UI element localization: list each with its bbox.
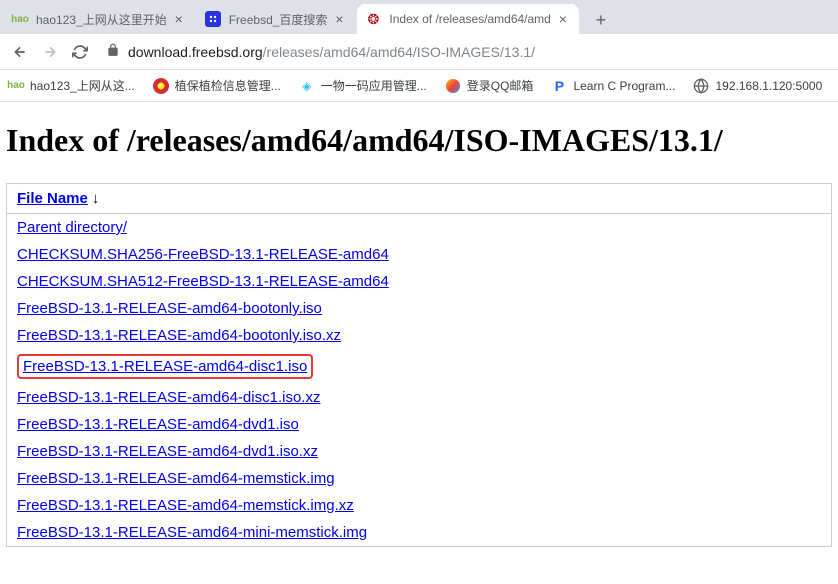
back-button[interactable]	[6, 38, 34, 66]
hao123-icon: hao	[8, 78, 24, 94]
file-listing-table: File Name↓ Parent directory/CHECKSUM.SHA…	[6, 183, 832, 547]
page-content: Index of /releases/amd64/amd64/ISO-IMAGE…	[0, 102, 838, 547]
new-tab-button[interactable]: +	[587, 6, 615, 34]
tab-title: Index of /releases/amd64/amd	[389, 12, 550, 26]
bookmark-code-app[interactable]: ◈ 一物一码应用管理...	[299, 77, 427, 94]
file-link[interactable]: CHECKSUM.SHA256-FreeBSD-13.1-RELEASE-amd…	[17, 246, 389, 263]
column-header-filename[interactable]: File Name↓	[7, 184, 832, 214]
bookmark-label: 登录QQ邮箱	[467, 77, 534, 94]
table-row: FreeBSD-13.1-RELEASE-amd64-mini-memstick…	[7, 519, 832, 547]
table-row: FreeBSD-13.1-RELEASE-amd64-bootonly.iso	[7, 295, 832, 322]
lock-icon	[106, 43, 120, 60]
file-link[interactable]: Parent directory/	[17, 219, 127, 236]
file-link[interactable]: FreeBSD-13.1-RELEASE-amd64-dvd1.iso.xz	[17, 443, 318, 460]
bookmark-learn-c[interactable]: P Learn C Program...	[551, 78, 675, 94]
bookmark-plant[interactable]: 植保植检信息管理...	[153, 77, 281, 94]
table-row: FreeBSD-13.1-RELEASE-amd64-memstick.img	[7, 465, 832, 492]
bookmark-bar: hao hao123_上网从这... 植保植检信息管理... ◈ 一物一码应用管…	[0, 70, 838, 102]
table-row: FreeBSD-13.1-RELEASE-amd64-memstick.img.…	[7, 492, 832, 519]
file-link[interactable]: CHECKSUM.SHA512-FreeBSD-13.1-RELEASE-amd…	[17, 273, 389, 290]
hao123-icon: hao	[12, 11, 28, 27]
freebsd-icon: ❂	[365, 11, 381, 27]
bookmark-hao123[interactable]: hao hao123_上网从这...	[8, 77, 135, 94]
emblem-icon	[153, 78, 169, 94]
globe-icon	[693, 78, 709, 94]
highlighted-file: FreeBSD-13.1-RELEASE-amd64-disc1.iso	[17, 354, 313, 379]
bookmark-label: hao123_上网从这...	[30, 77, 135, 94]
toolbar: download.freebsd.org/releases/amd64/amd6…	[0, 34, 838, 70]
forward-button[interactable]	[36, 38, 64, 66]
table-row: FreeBSD-13.1-RELEASE-amd64-disc1.iso.xz	[7, 384, 832, 411]
close-icon[interactable]: ×	[331, 11, 347, 27]
url-host: download.freebsd.org	[128, 44, 263, 60]
file-link[interactable]: FreeBSD-13.1-RELEASE-amd64-mini-memstick…	[17, 524, 367, 541]
file-link[interactable]: FreeBSD-13.1-RELEASE-amd64-bootonly.iso	[17, 300, 322, 317]
tab-title: hao123_上网从这里开始	[36, 11, 167, 28]
table-row: FreeBSD-13.1-RELEASE-amd64-disc1.iso	[7, 349, 832, 384]
tab-baidu[interactable]: Freebsd_百度搜索 ×	[197, 4, 356, 34]
table-row: CHECKSUM.SHA256-FreeBSD-13.1-RELEASE-amd…	[7, 241, 832, 268]
cube-icon: ◈	[299, 78, 315, 94]
tab-title: Freebsd_百度搜索	[229, 11, 328, 28]
table-row: Parent directory/	[7, 214, 832, 242]
file-link[interactable]: FreeBSD-13.1-RELEASE-amd64-disc1.iso.xz	[17, 389, 320, 406]
p-icon: P	[551, 78, 567, 94]
close-icon[interactable]: ×	[555, 11, 571, 27]
bookmark-label: 一物一码应用管理...	[321, 77, 427, 94]
reload-button[interactable]	[66, 38, 94, 66]
url-path: /releases/amd64/amd64/ISO-IMAGES/13.1/	[263, 44, 535, 60]
qq-icon	[445, 78, 461, 94]
close-icon[interactable]: ×	[171, 11, 187, 27]
file-link[interactable]: FreeBSD-13.1-RELEASE-amd64-bootonly.iso.…	[17, 327, 341, 344]
file-link[interactable]: FreeBSD-13.1-RELEASE-amd64-memstick.img	[17, 470, 335, 487]
file-link[interactable]: FreeBSD-13.1-RELEASE-amd64-disc1.iso	[23, 358, 307, 375]
bookmark-label: 192.168.1.120:5000	[715, 79, 822, 93]
bookmark-label: Learn C Program...	[573, 79, 675, 93]
address-bar[interactable]: download.freebsd.org/releases/amd64/amd6…	[96, 38, 832, 66]
bookmark-local-ip[interactable]: 192.168.1.120:5000	[693, 78, 822, 94]
table-row: CHECKSUM.SHA512-FreeBSD-13.1-RELEASE-amd…	[7, 268, 832, 295]
file-link[interactable]: FreeBSD-13.1-RELEASE-amd64-memstick.img.…	[17, 497, 354, 514]
sort-arrow-icon: ↓	[92, 190, 100, 207]
table-row: FreeBSD-13.1-RELEASE-amd64-dvd1.iso.xz	[7, 438, 832, 465]
baidu-icon	[205, 11, 221, 27]
page-title: Index of /releases/amd64/amd64/ISO-IMAGE…	[6, 122, 832, 159]
tab-hao123[interactable]: hao hao123_上网从这里开始 ×	[4, 4, 195, 34]
bookmark-label: 植保植检信息管理...	[175, 77, 281, 94]
file-link[interactable]: FreeBSD-13.1-RELEASE-amd64-dvd1.iso	[17, 416, 299, 433]
tab-bar: hao hao123_上网从这里开始 × Freebsd_百度搜索 × ❂ In…	[0, 0, 838, 34]
table-row: FreeBSD-13.1-RELEASE-amd64-dvd1.iso	[7, 411, 832, 438]
tab-freebsd-index[interactable]: ❂ Index of /releases/amd64/amd ×	[357, 4, 578, 34]
bookmark-qqmail[interactable]: 登录QQ邮箱	[445, 77, 534, 94]
table-row: FreeBSD-13.1-RELEASE-amd64-bootonly.iso.…	[7, 322, 832, 349]
